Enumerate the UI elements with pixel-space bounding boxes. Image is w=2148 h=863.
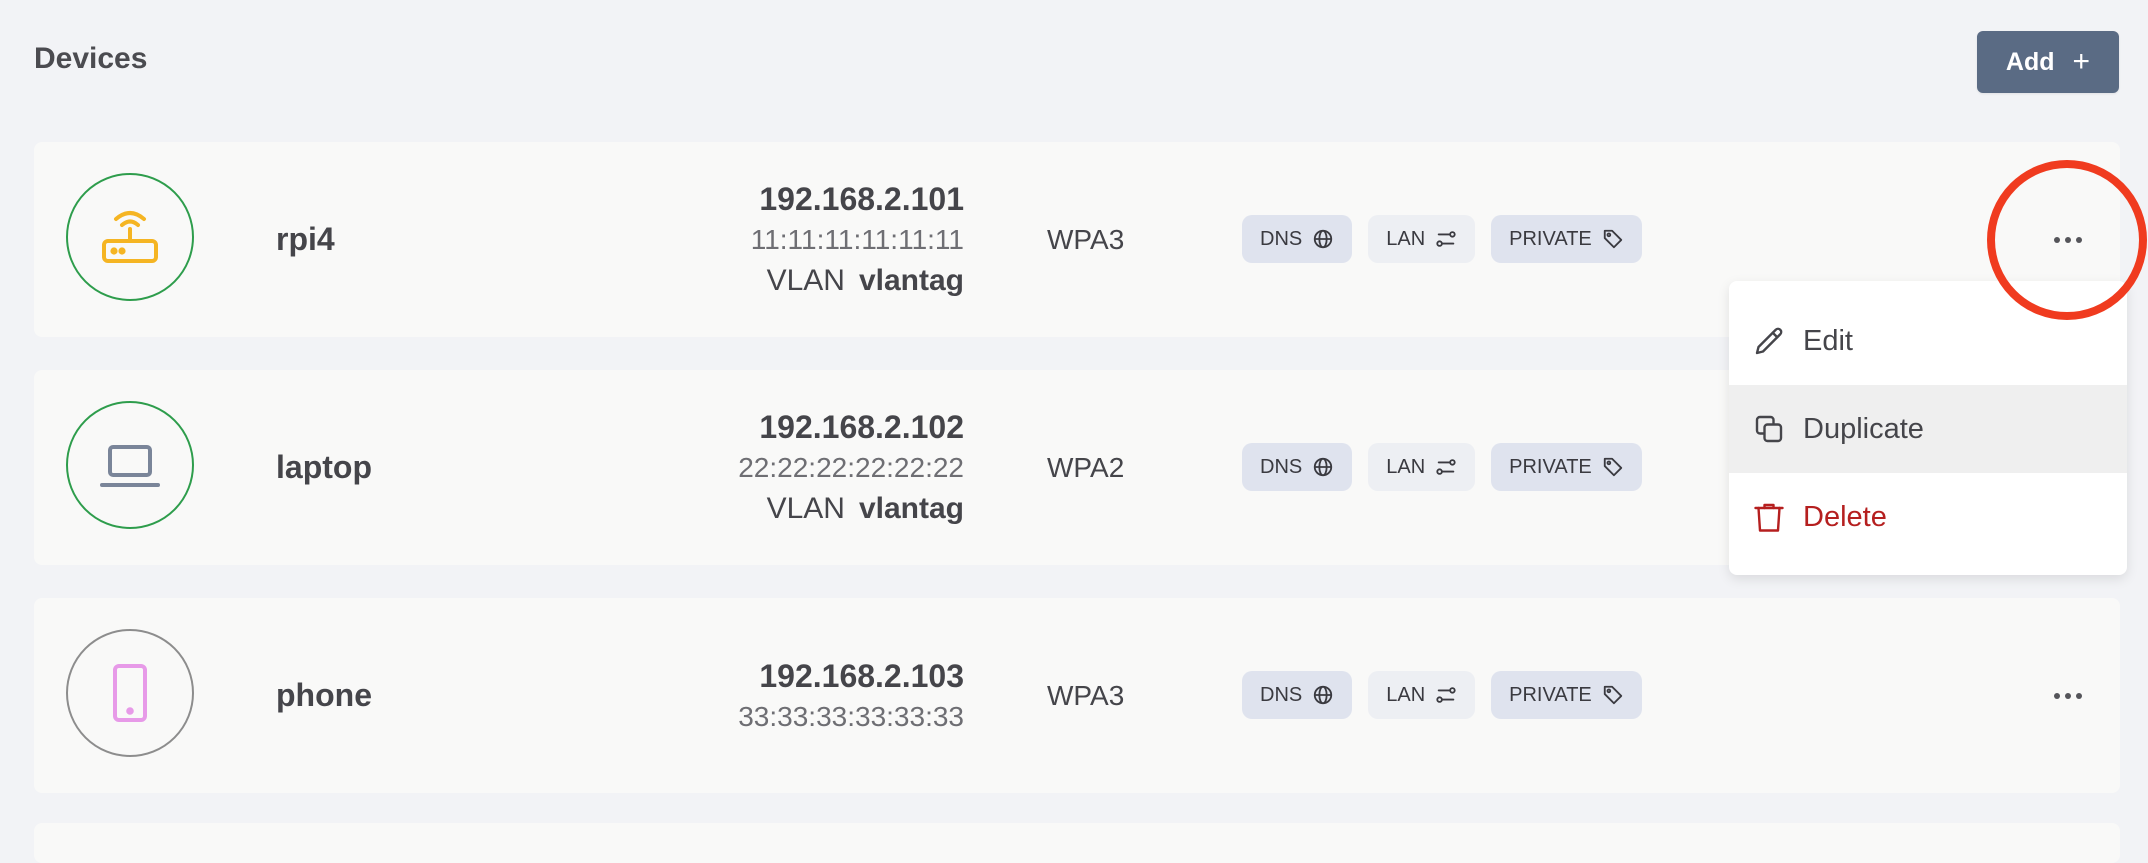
trash-icon bbox=[1754, 503, 1784, 532]
tag-icon bbox=[1603, 457, 1622, 477]
tag-label: LAN bbox=[1386, 227, 1426, 250]
phone-icon bbox=[113, 664, 147, 722]
device-network-info: 192.168.2.103 33:33:33:33:33:33 bbox=[738, 598, 964, 793]
tag-dns[interactable]: DNS bbox=[1242, 671, 1353, 719]
dot bbox=[2076, 693, 2082, 699]
device-avatar bbox=[66, 173, 194, 301]
arrows-icon bbox=[1436, 687, 1456, 703]
ip-address: 192.168.2.102 bbox=[759, 408, 964, 445]
tag-private[interactable]: PRIVATE bbox=[1491, 443, 1642, 491]
tag-label: DNS bbox=[1260, 227, 1303, 250]
dot bbox=[2065, 693, 2071, 699]
copy-icon bbox=[1755, 415, 1783, 443]
device-name: laptop bbox=[276, 449, 372, 485]
vlan-tag: vlantag bbox=[858, 491, 964, 525]
tag-label: LAN bbox=[1386, 683, 1426, 706]
ip-address: 192.168.2.103 bbox=[759, 657, 964, 694]
menu-item-delete[interactable]: Delete bbox=[1729, 473, 2127, 561]
tag-label: LAN bbox=[1386, 455, 1426, 478]
add-device-button[interactable]: Add + bbox=[1977, 31, 2119, 93]
tag-private[interactable]: PRIVATE bbox=[1491, 215, 1642, 263]
tag-list: DNS LAN PRIVATE bbox=[1242, 215, 1642, 263]
menu-item-label: Duplicate bbox=[1803, 412, 1924, 445]
vlan-info: VLAN vlantag bbox=[767, 490, 964, 528]
menu-item-duplicate[interactable]: Duplicate bbox=[1729, 385, 2127, 473]
tag-dns[interactable]: DNS bbox=[1242, 215, 1353, 263]
vlan-label: VLAN bbox=[766, 263, 845, 297]
tag-list: DNS LAN PRIVATE bbox=[1242, 671, 1642, 719]
tag-private[interactable]: PRIVATE bbox=[1491, 671, 1642, 719]
security-type: WPA3 bbox=[1047, 223, 1125, 255]
plus-icon: + bbox=[2072, 45, 2091, 78]
dot bbox=[2054, 693, 2060, 699]
device-network-info: 192.168.2.101 11:11:11:11:11:11 VLAN vlan… bbox=[751, 142, 964, 337]
globe-icon bbox=[1314, 229, 1333, 249]
device-network-info: 192.168.2.102 22:22:22:22:22:22 VLAN vlan… bbox=[738, 370, 964, 565]
device-name: rpi4 bbox=[276, 221, 335, 257]
mac-address: 11:11:11:11:11:11 bbox=[750, 223, 964, 255]
page-title: Devices bbox=[34, 42, 148, 75]
context-menu: Edit Duplicate Delete bbox=[1729, 281, 2127, 575]
tag-icon bbox=[1603, 685, 1622, 705]
arrows-icon bbox=[1436, 231, 1456, 247]
tag-label: PRIVATE bbox=[1509, 227, 1592, 250]
vlan-tag: vlantag bbox=[858, 263, 964, 297]
menu-item-label: Edit bbox=[1803, 324, 1853, 357]
globe-icon bbox=[1314, 457, 1333, 477]
arrows-icon bbox=[1436, 459, 1456, 475]
device-avatar bbox=[66, 401, 194, 529]
ip-address: 192.168.2.101 bbox=[759, 180, 964, 217]
tag-label: PRIVATE bbox=[1509, 683, 1592, 706]
device-avatar bbox=[66, 629, 194, 757]
device-row-phone[interactable]: phone 192.168.2.103 33:33:33:33:33:33 WP… bbox=[34, 598, 2120, 793]
security-type: WPA3 bbox=[1047, 679, 1125, 711]
tag-lan[interactable]: LAN bbox=[1368, 671, 1476, 719]
tag-lan[interactable]: LAN bbox=[1368, 215, 1476, 263]
security-type: WPA2 bbox=[1047, 451, 1125, 483]
device-name: phone bbox=[276, 677, 372, 713]
device-row-partial[interactable] bbox=[34, 823, 2120, 863]
laptop-icon bbox=[100, 445, 160, 487]
menu-item-label: Delete bbox=[1803, 500, 1887, 533]
mac-address: 33:33:33:33:33:33 bbox=[738, 700, 964, 732]
mac-address: 22:22:22:22:22:22 bbox=[738, 451, 964, 483]
tag-list: DNS LAN PRIVATE bbox=[1242, 443, 1642, 491]
highlight-circle-annotation bbox=[1987, 160, 2147, 320]
tag-dns[interactable]: DNS bbox=[1242, 443, 1353, 491]
add-label: Add bbox=[2005, 47, 2055, 76]
tag-label: DNS bbox=[1260, 683, 1303, 706]
tag-label: PRIVATE bbox=[1509, 455, 1592, 478]
more-options-button[interactable] bbox=[2044, 678, 2092, 714]
router-icon bbox=[102, 211, 158, 263]
tag-lan[interactable]: LAN bbox=[1368, 443, 1476, 491]
vlan-label: VLAN bbox=[766, 491, 845, 525]
tag-label: DNS bbox=[1260, 455, 1303, 478]
tag-icon bbox=[1603, 229, 1622, 249]
globe-icon bbox=[1314, 685, 1333, 705]
pencil-icon bbox=[1755, 327, 1783, 355]
vlan-info: VLAN vlantag bbox=[767, 262, 964, 300]
